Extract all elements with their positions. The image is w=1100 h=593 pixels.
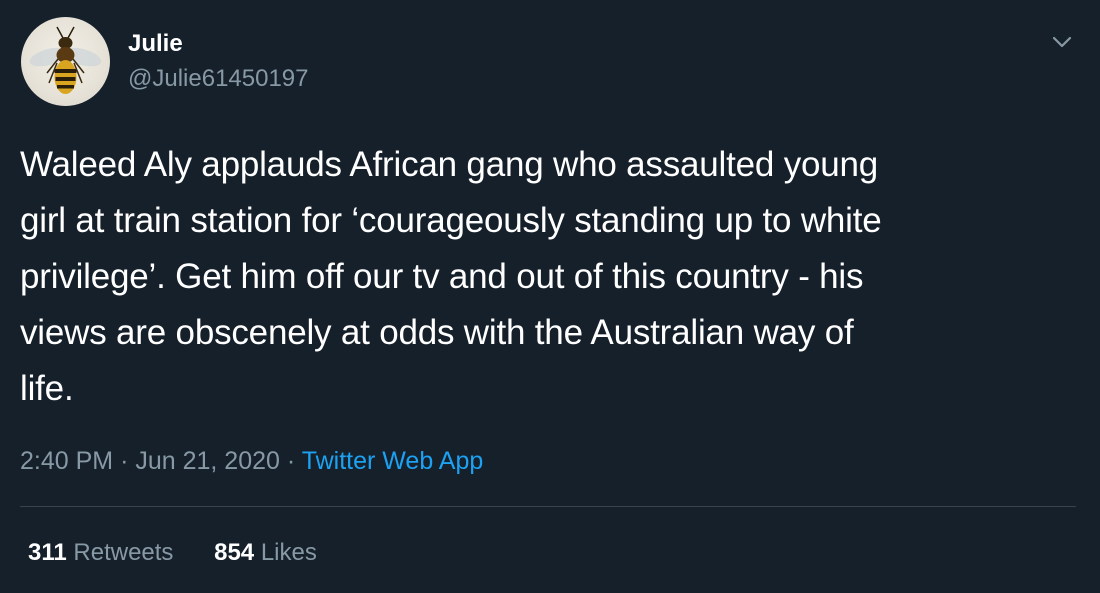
author-handle[interactable]: @Julie61450197: [128, 64, 309, 94]
tweet-stats: 311 Retweets 854 Likes: [28, 536, 351, 570]
tweet-metadata: 2:40 PM · Jun 21, 2020 · Twitter Web App: [20, 444, 483, 478]
retweets-count: 311: [28, 539, 67, 566]
tweet-text-line: views are obscenely at odds with the Aus…: [20, 313, 854, 352]
likes-stat[interactable]: 854 Likes: [214, 536, 317, 570]
tweet-text-line: girl at train station for ‘courageously …: [20, 201, 882, 240]
tweet-text-line: privilege’. Get him off our tv and out o…: [20, 257, 864, 296]
tweet-date[interactable]: Jun 21, 2020: [135, 447, 280, 475]
chevron-down-icon: [1052, 36, 1072, 48]
meta-separator: ·: [286, 447, 296, 475]
avatar[interactable]: [21, 17, 110, 106]
tweet-card: Julie @Julie61450197 Waleed Aly applauds…: [0, 0, 1100, 593]
tweet-menu-button[interactable]: [1048, 28, 1076, 56]
author-display-name[interactable]: Julie: [128, 29, 183, 59]
tweet-text-line: life.: [20, 369, 74, 408]
divider: [20, 506, 1076, 507]
tweet-text-line: Waleed Aly applauds African gang who ass…: [20, 145, 879, 184]
tweet-time[interactable]: 2:40 PM: [20, 447, 113, 475]
retweets-stat[interactable]: 311 Retweets: [28, 536, 173, 570]
tweet-text: Waleed Aly applauds African gang who ass…: [20, 137, 1080, 417]
tweet-source-link[interactable]: Twitter Web App: [302, 447, 484, 475]
likes-count: 854: [214, 539, 255, 566]
likes-label: Likes: [260, 539, 317, 566]
retweets-label: Retweets: [73, 539, 174, 566]
meta-separator: ·: [120, 447, 129, 475]
wasp-avatar-icon: [29, 26, 102, 94]
